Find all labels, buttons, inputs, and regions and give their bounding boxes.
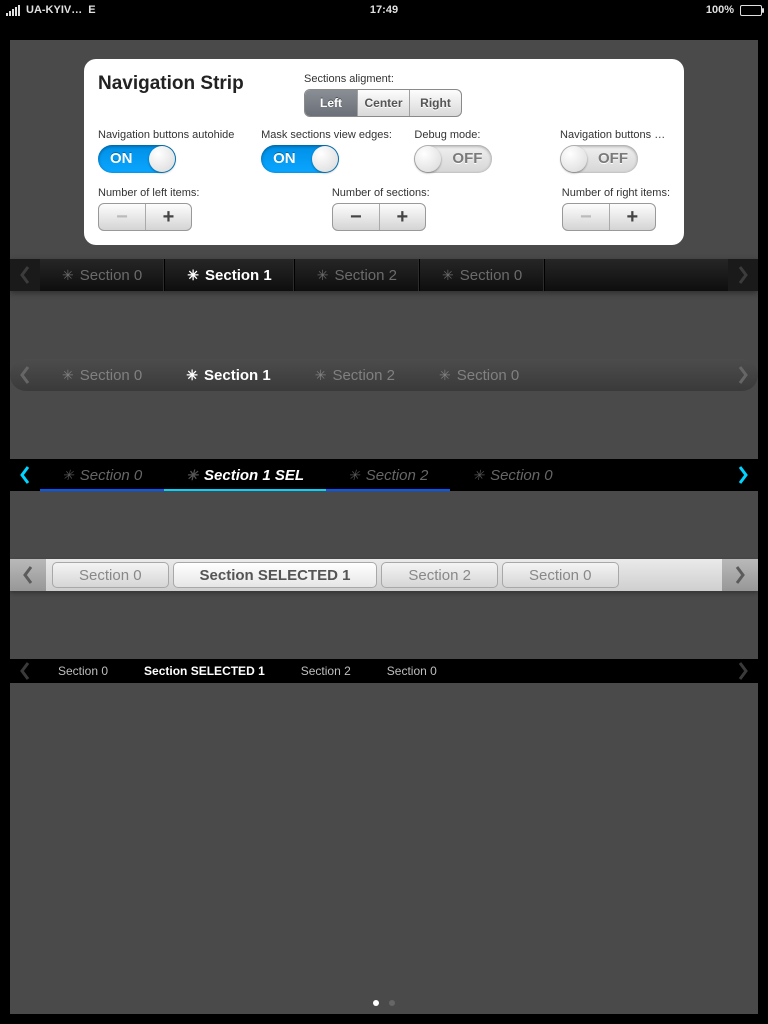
status-bar: UA-KYIV… E 17:49 100%	[0, 0, 768, 20]
mask-switch[interactable]: ON	[261, 145, 339, 173]
hide-value: OFF	[598, 145, 628, 173]
page-dot-1	[373, 1000, 379, 1006]
strip4-item-3[interactable]: Section 0	[502, 562, 619, 588]
strip5-item-0[interactable]: Section 0	[40, 659, 126, 683]
strip1-next[interactable]	[728, 259, 758, 291]
nav-strip-1: ✳Section 0 ✳Section 1 ✳Section 2 ✳Sectio…	[10, 259, 758, 291]
hide-label: Navigation buttons hid…	[560, 129, 670, 141]
sections-stepper[interactable]: − +	[332, 203, 426, 231]
sections-count-label: Number of sections:	[332, 187, 562, 199]
right-items-minus[interactable]: −	[563, 204, 609, 230]
left-items-plus[interactable]: +	[145, 204, 191, 230]
strip3-item-1[interactable]: ✳Section 1 SEL	[164, 459, 326, 491]
page-dot-2	[389, 1000, 395, 1006]
autohide-switch[interactable]: ON	[98, 145, 176, 173]
debug-label: Debug mode:	[414, 129, 560, 141]
strip5-item-1[interactable]: Section SELECTED 1	[126, 659, 283, 683]
alignment-segmented[interactable]: Left Center Right	[304, 89, 462, 117]
align-left-button[interactable]: Left	[305, 90, 357, 116]
strip5-next[interactable]	[728, 655, 758, 687]
chevron-right-icon	[736, 365, 750, 385]
mask-label: Mask sections view edges:	[261, 129, 414, 141]
debug-switch[interactable]: OFF	[414, 145, 492, 173]
align-right-button[interactable]: Right	[409, 90, 461, 116]
left-items-stepper[interactable]: − +	[98, 203, 192, 231]
debug-value: OFF	[452, 145, 482, 173]
battery-percent: 100%	[706, 4, 734, 16]
asterisk-icon: ✳	[62, 367, 74, 384]
asterisk-icon: ✳	[472, 467, 484, 484]
right-items-plus[interactable]: +	[609, 204, 655, 230]
strip1-item-0[interactable]: ✳Section 0	[40, 259, 165, 291]
strip3-prev[interactable]	[10, 459, 40, 491]
strip2-item-3[interactable]: ✳Section 0	[417, 359, 541, 391]
mask-value: ON	[273, 145, 296, 173]
nav-strip-3: ✳Section 0 ✳Section 1 SEL ✳Section 2 ✳Se…	[10, 459, 758, 491]
right-items-stepper[interactable]: − +	[562, 203, 656, 231]
sections-plus[interactable]: +	[379, 204, 425, 230]
battery-icon	[740, 5, 762, 16]
strip5-item-2[interactable]: Section 2	[283, 659, 369, 683]
nav-strip-5: Section 0 Section SELECTED 1 Section 2 S…	[10, 659, 758, 683]
carrier-label: UA-KYIV…	[26, 4, 82, 16]
strip2-item-1[interactable]: ✳Section 1	[164, 359, 292, 391]
strip3-next[interactable]	[728, 459, 758, 491]
left-items-minus[interactable]: −	[99, 204, 145, 230]
asterisk-icon: ✳	[315, 367, 327, 384]
panel-title: Navigation Strip	[98, 73, 304, 95]
app-canvas: Navigation Strip Sections aligment: Left…	[10, 40, 758, 1014]
strip4-item-2[interactable]: Section 2	[381, 562, 498, 588]
chevron-left-icon	[18, 265, 32, 285]
sections-minus[interactable]: −	[333, 204, 379, 230]
chevron-left-icon	[21, 565, 35, 585]
strip1-item-3[interactable]: ✳Section 0	[420, 259, 545, 291]
autohide-value: ON	[110, 145, 133, 173]
signal-icon	[6, 5, 20, 16]
strip2-next[interactable]	[728, 359, 758, 391]
strip1-item-1[interactable]: ✳Section 1	[165, 259, 294, 291]
right-items-label: Number of right items:	[562, 187, 670, 199]
strip4-next[interactable]	[722, 559, 758, 591]
strip3-item-3[interactable]: ✳Section 0	[450, 459, 574, 491]
hide-switch[interactable]: OFF	[560, 145, 638, 173]
asterisk-icon: ✳	[439, 367, 451, 384]
asterisk-icon: ✳	[317, 267, 329, 284]
alignment-label: Sections aligment:	[304, 73, 462, 85]
strip4-item-0[interactable]: Section 0	[52, 562, 169, 588]
align-center-button[interactable]: Center	[357, 90, 409, 116]
chevron-right-icon	[736, 265, 750, 285]
asterisk-icon: ✳	[186, 467, 198, 484]
strip4-item-1[interactable]: Section SELECTED 1	[173, 562, 378, 588]
strip2-item-0[interactable]: ✳Section 0	[40, 359, 164, 391]
asterisk-icon: ✳	[442, 267, 454, 284]
chevron-left-icon	[18, 465, 32, 485]
asterisk-icon: ✳	[348, 467, 360, 484]
chevron-left-icon	[18, 661, 32, 681]
strip3-item-2[interactable]: ✳Section 2	[326, 459, 450, 491]
chevron-left-icon	[18, 365, 32, 385]
strip3-item-0[interactable]: ✳Section 0	[40, 459, 164, 491]
page-indicator	[10, 1000, 758, 1006]
network-label: E	[88, 4, 95, 16]
nav-strip-4: Section 0 Section SELECTED 1 Section 2 S…	[10, 559, 758, 591]
autohide-label: Navigation buttons autohide	[98, 129, 261, 141]
chevron-right-icon	[736, 465, 750, 485]
strip5-prev[interactable]	[10, 655, 40, 687]
chevron-right-icon	[733, 565, 747, 585]
asterisk-icon: ✳	[187, 267, 199, 284]
strip1-item-2[interactable]: ✳Section 2	[295, 259, 420, 291]
config-panel: Navigation Strip Sections aligment: Left…	[84, 59, 684, 245]
asterisk-icon: ✳	[186, 367, 198, 384]
left-items-label: Number of left items:	[98, 187, 332, 199]
clock: 17:49	[0, 4, 768, 16]
asterisk-icon: ✳	[62, 467, 74, 484]
nav-strip-2: ✳Section 0 ✳Section 1 ✳Section 2 ✳Sectio…	[10, 359, 758, 391]
strip2-prev[interactable]	[10, 359, 40, 391]
asterisk-icon: ✳	[62, 267, 74, 284]
strip1-prev[interactable]	[10, 259, 40, 291]
strip4-prev[interactable]	[10, 559, 46, 591]
strip2-item-2[interactable]: ✳Section 2	[293, 359, 417, 391]
chevron-right-icon	[736, 661, 750, 681]
strip5-item-3[interactable]: Section 0	[369, 659, 455, 683]
